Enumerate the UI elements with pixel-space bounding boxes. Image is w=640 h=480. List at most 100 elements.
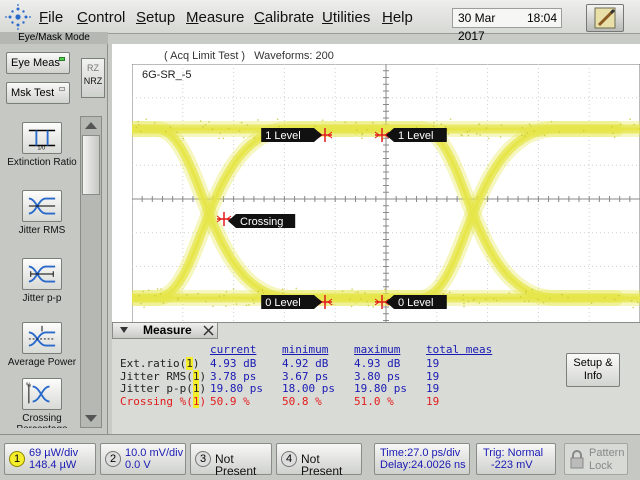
- svg-text:1/0: 1/0: [37, 145, 45, 151]
- jitter-pp-icon: [22, 258, 62, 290]
- measurement-current: 4.93 dB: [210, 357, 256, 370]
- header-minimum: minimum: [282, 343, 328, 356]
- channel-4-badge: 4: [281, 451, 297, 467]
- channel-3-badge: 3: [195, 451, 211, 467]
- svg-text:0 Level: 0 Level: [265, 297, 300, 309]
- jitter-pp-tile[interactable]: Jitter p-p: [6, 258, 78, 326]
- channel-1-offset: 148.4 µW: [29, 459, 78, 471]
- close-icon[interactable]: [203, 325, 214, 336]
- crossing-marker: Crossing: [228, 214, 295, 228]
- header-total-meas: total meas: [426, 343, 492, 356]
- channel-3-status: Not Present: [215, 453, 271, 477]
- menu-control[interactable]: Control: [77, 9, 125, 26]
- extinction-ratio-tile[interactable]: 1/0 Extinction Ratio: [6, 122, 78, 190]
- measurement-name: Crossing %(1): [120, 395, 206, 408]
- edit-tool-icon: [587, 5, 623, 31]
- trigger-mode: Trig: Normal: [483, 447, 543, 459]
- waveform-count: Waveforms: 200: [254, 50, 334, 62]
- measurement-minimum: 18.00 ps: [282, 382, 335, 395]
- jitter-pp-label: Jitter p-p: [6, 293, 78, 304]
- status-bar: 1 69 µW/div 148.4 µW 2 10.0 mV/div 0.0 V…: [0, 434, 640, 480]
- acq-limit-status: ( Acq Limit Test ): [164, 50, 245, 62]
- collapse-icon[interactable]: [119, 326, 129, 334]
- jitter-rms-icon: [22, 190, 62, 222]
- pattern-lock-button[interactable]: Pattern Lock: [564, 443, 628, 475]
- rz-label: RZ: [82, 62, 104, 75]
- menu-setup[interactable]: Setup: [136, 9, 175, 26]
- header-current: current: [210, 343, 256, 356]
- measurement-current: 50.9 %: [210, 395, 250, 408]
- crossing-percentage-label: Crossing Percentage: [6, 413, 78, 428]
- nrz-label: NRZ: [82, 75, 104, 88]
- zero-level-marker-right: 0 Level: [386, 295, 447, 309]
- measurement-minimum: 3.67 ps: [282, 370, 328, 383]
- scroll-thumb[interactable]: [82, 135, 100, 195]
- svg-text:Crossing: Crossing: [240, 216, 283, 228]
- average-power-icon: [22, 322, 62, 354]
- zero-level-marker-left: 0 Level: [261, 295, 322, 309]
- extinction-ratio-icon: 1/0: [22, 122, 62, 154]
- channel-1-scale: 69 µW/div: [29, 447, 78, 459]
- channel-1-badge: 1: [9, 451, 25, 467]
- menu-help[interactable]: Help: [382, 9, 413, 26]
- measurement-name: Jitter p-p(1): [120, 382, 206, 395]
- eye-meas-label: Eye Meas: [11, 57, 60, 69]
- measurement-scrollbar[interactable]: [80, 116, 102, 428]
- measurement-total: 19: [426, 382, 439, 395]
- jitter-rms-tile[interactable]: Jitter RMS: [6, 190, 78, 258]
- measurement-maximum: 4.93 dB: [354, 357, 400, 370]
- lock-icon: [569, 450, 585, 470]
- setup-info-button[interactable]: Setup & Info: [566, 353, 620, 387]
- jitter-rms-label: Jitter RMS: [6, 225, 78, 236]
- scroll-up-icon[interactable]: [82, 118, 100, 132]
- timebase-scale: Time:27.0 ps/div: [380, 447, 466, 459]
- menu-file[interactable]: File: [39, 9, 63, 26]
- measurement-list: 1/0 Extinction Ratio Jitter RMS Jitter p…: [6, 116, 78, 428]
- channel-2-badge: 2: [105, 451, 121, 467]
- measurement-maximum: 3.80 ps: [354, 370, 400, 383]
- average-power-label: Average Power: [6, 357, 78, 368]
- eye-meas-indicator: [59, 57, 65, 61]
- menu-utilities[interactable]: Utilities: [322, 9, 370, 26]
- measurement-total: 19: [426, 357, 439, 370]
- eye-meas-button[interactable]: Eye Meas: [6, 52, 70, 74]
- timebase-delay: Delay:24.0026 ns: [380, 459, 466, 471]
- menu-calibrate[interactable]: Calibrate: [254, 9, 314, 26]
- time-display: 18:04: [522, 8, 562, 28]
- measurement-minimum: 4.92 dB: [282, 357, 328, 370]
- menu-measure[interactable]: Measure: [186, 9, 244, 26]
- crossing-percentage-tile[interactable]: % Crossing Percentage: [6, 378, 78, 428]
- measurement-name: Ext.ratio(1): [120, 357, 199, 370]
- measurement-minimum: 50.8 %: [282, 395, 322, 408]
- trigger-button[interactable]: Trig: Normal -223 mV: [476, 443, 556, 475]
- svg-text:%: %: [26, 383, 31, 389]
- mask-test-indicator: [59, 87, 65, 91]
- measurement-name: Jitter RMS(1): [120, 370, 206, 383]
- svg-text:0 Level: 0 Level: [398, 297, 433, 309]
- measure-title: Measure: [143, 323, 192, 337]
- measure-tab[interactable]: Measure: [112, 323, 218, 339]
- channel-2-offset: 0.0 V: [125, 459, 183, 471]
- scroll-down-icon[interactable]: [82, 412, 100, 426]
- crossing-percentage-icon: %: [22, 378, 62, 410]
- channel-2-button[interactable]: 2 10.0 mV/div 0.0 V: [100, 443, 186, 475]
- timebase-button[interactable]: Time:27.0 ps/div Delay:24.0026 ns: [374, 443, 470, 475]
- rz-nrz-toggle[interactable]: RZ NRZ: [81, 58, 105, 98]
- mask-test-label: Msk Test: [11, 87, 54, 99]
- eye-diagram-graticule: 1 Level 1 Level Crossing 0 Level 0 Level 6G-…: [132, 64, 640, 334]
- menu-bar: File Control Setup Measure Calibrate Uti…: [0, 0, 640, 34]
- mask-test-button[interactable]: Msk Test: [6, 82, 70, 104]
- channel-4-button[interactable]: 4 Not Present: [276, 443, 362, 475]
- channel-3-button[interactable]: 3 Not Present: [190, 443, 272, 475]
- agilent-logo-icon: [3, 3, 33, 31]
- measurement-total: 19: [426, 370, 439, 383]
- one-level-marker-right: 1 Level: [386, 128, 447, 142]
- header-maximum: maximum: [354, 343, 400, 356]
- channel-1-button[interactable]: 1 69 µW/div 148.4 µW: [4, 443, 96, 475]
- signal-name: 6G-SR_-5: [142, 69, 192, 81]
- utility-tool-button[interactable]: [586, 4, 624, 32]
- date-display: 30 Mar 2017: [452, 8, 522, 28]
- measurement-total: 19: [426, 395, 439, 408]
- one-level-marker-left: 1 Level: [261, 128, 322, 142]
- channel-4-status: Not Present: [301, 453, 361, 477]
